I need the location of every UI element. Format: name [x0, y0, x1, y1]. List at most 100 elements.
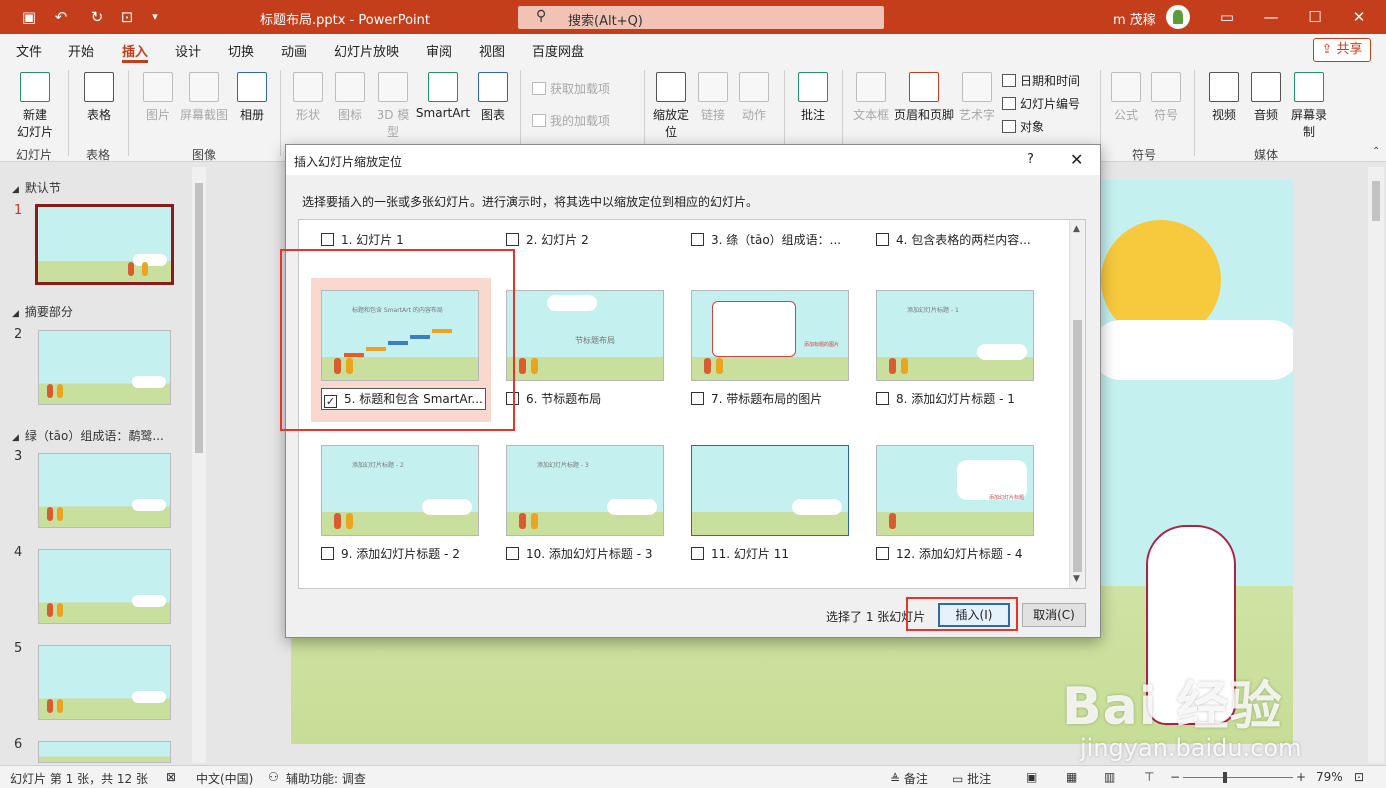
accessibility-status[interactable]: 辅助功能: 调查	[286, 770, 366, 787]
slide-option-label[interactable]: 3. 绦（tāo）组成语：...	[691, 231, 841, 248]
my-addins-button[interactable]: 我的加载项	[532, 112, 610, 129]
audio-button[interactable]: 音频	[1246, 72, 1286, 123]
checkbox[interactable]	[506, 233, 519, 246]
slide-thumbnail[interactable]: 添加幻灯片标题	[876, 445, 1034, 536]
header-footer-button[interactable]: 页眉和页脚	[893, 72, 955, 123]
share-button[interactable]: ⇪ 共享	[1313, 38, 1371, 62]
slide-thumbnail[interactable]	[35, 204, 174, 285]
checkbox[interactable]	[691, 547, 704, 560]
video-button[interactable]: 视频	[1204, 72, 1244, 123]
action-button[interactable]: 动作	[734, 72, 774, 123]
normal-view-icon[interactable]: ▣	[1026, 770, 1037, 784]
thumbnail-scrollbar[interactable]	[192, 167, 206, 763]
scroll-thumb[interactable]	[1073, 320, 1082, 572]
scroll-down-icon[interactable]: ▼	[1073, 574, 1080, 584]
3d-model-button[interactable]: 3D 模型	[372, 72, 414, 140]
tab-review[interactable]: 审阅	[426, 41, 452, 60]
slide-thumbnail[interactable]: 节标题布局	[506, 290, 664, 381]
get-addins-button[interactable]: 获取加载项	[532, 80, 610, 97]
slide-option-label[interactable]: 4. 包含表格的两栏内容...	[876, 231, 1031, 248]
tab-animations[interactable]: 动画	[281, 41, 307, 60]
slide-option-label[interactable]: 2. 幻灯片 2	[506, 231, 589, 248]
tab-home[interactable]: 开始	[68, 41, 94, 60]
table-button[interactable]: 表格	[78, 72, 120, 123]
zoom-slider[interactable]	[1183, 772, 1293, 783]
date-time-button[interactable]: 日期和时间	[1002, 72, 1080, 89]
slide-option-label[interactable]: 8. 添加幻灯片标题 - 1	[876, 390, 1015, 407]
checkbox[interactable]	[876, 392, 889, 405]
slide-thumbnail[interactable]: 添加幻灯片标题 - 2	[321, 445, 479, 536]
wordart-button[interactable]: 艺术字	[956, 72, 998, 123]
chart-button[interactable]: 图表	[474, 72, 512, 123]
equation-button[interactable]: 公式	[1108, 72, 1144, 123]
close-icon[interactable]: ✕	[1344, 5, 1374, 29]
slide-thumbnail[interactable]	[38, 549, 171, 624]
tab-view[interactable]: 视图	[479, 41, 505, 60]
slide-option-label[interactable]: 12. 添加幻灯片标题 - 4	[876, 545, 1023, 562]
tab-transitions[interactable]: 切换	[228, 41, 254, 60]
slide-option-label[interactable]: 11. 幻灯片 11	[691, 545, 789, 562]
icons-button[interactable]: 图标	[330, 72, 370, 123]
section-header[interactable]: ◢ 默认节	[12, 179, 61, 196]
slide-thumbnail[interactable]	[38, 330, 171, 405]
editor-scrollbar[interactable]	[1368, 167, 1384, 763]
slide-thumbnail[interactable]: 添加幻灯片标题 - 3	[506, 445, 664, 536]
checkbox[interactable]	[876, 547, 889, 560]
user-name[interactable]: m 茂稼	[1113, 9, 1156, 28]
slide-thumbnail[interactable]: 添加幻灯片标题 - 1	[876, 290, 1034, 381]
screen-record-button[interactable]: 屏幕录制	[1288, 72, 1330, 140]
slide-thumbnail[interactable]	[38, 741, 171, 763]
maximize-icon[interactable]: ☐	[1300, 5, 1330, 29]
tab-slideshow[interactable]: 幻灯片放映	[334, 41, 399, 60]
smartart-button[interactable]: SmartArt	[414, 72, 472, 120]
zoom-button[interactable]: 缩放定位	[650, 72, 692, 140]
checkbox[interactable]	[691, 233, 704, 246]
new-slide-button[interactable]: 新建 幻灯片	[8, 72, 62, 140]
redo-icon[interactable]: ↻	[86, 6, 108, 28]
slide-option-label[interactable]: 10. 添加幻灯片标题 - 3	[506, 545, 653, 562]
language-indicator[interactable]: 中文(中国)	[196, 770, 253, 787]
picture-button[interactable]: 图片	[138, 72, 178, 123]
scroll-thumb[interactable]	[1372, 181, 1380, 221]
slide-option-label[interactable]: 7. 带标题布局的图片	[691, 390, 822, 407]
ribbon-display-icon[interactable]: ▭	[1212, 5, 1242, 29]
album-button[interactable]: 相册	[232, 72, 272, 123]
symbol-button[interactable]: 符号	[1148, 72, 1184, 123]
textbox-button[interactable]: 文本框	[850, 72, 892, 123]
section-header[interactable]: ◢ 摘要部分	[12, 303, 73, 320]
shapes-button[interactable]: 形状	[288, 72, 328, 123]
slide-number-button[interactable]: 幻灯片编号	[1002, 95, 1080, 112]
screenshot-button[interactable]: 屏幕截图	[178, 72, 230, 123]
section-header[interactable]: ◢ 绿（tāo）组成语：鹬鹭...	[12, 427, 164, 444]
scroll-up-icon[interactable]: ▲	[1073, 224, 1080, 234]
checkbox[interactable]	[876, 233, 889, 246]
help-icon[interactable]: ?	[1027, 152, 1034, 167]
comment-button[interactable]: 批注	[792, 72, 834, 123]
slide-thumbnail[interactable]	[691, 445, 849, 536]
tab-file[interactable]: 文件	[16, 41, 42, 60]
slide-thumbnail[interactable]: 添加标题的图片	[691, 290, 849, 381]
notes-button[interactable]: ≜ 备注	[890, 770, 928, 787]
presenter-icon[interactable]: ⊡	[116, 6, 138, 28]
slide-option-label[interactable]: 9. 添加幻灯片标题 - 2	[321, 545, 460, 562]
comments-button[interactable]: ▭ 批注	[952, 770, 991, 787]
slide-thumbnail[interactable]	[38, 453, 171, 528]
checkbox[interactable]	[321, 547, 334, 560]
tab-baidu-netdisk[interactable]: 百度网盘	[532, 41, 584, 60]
scroll-thumb[interactable]	[195, 183, 203, 453]
tab-design[interactable]: 设计	[175, 41, 201, 60]
spellcheck-icon[interactable]: ⊠	[166, 770, 176, 784]
checkbox[interactable]	[506, 547, 519, 560]
checkbox[interactable]	[691, 392, 704, 405]
tab-insert[interactable]: 插入	[122, 41, 148, 60]
undo-icon[interactable]: ↶	[50, 6, 72, 28]
avatar[interactable]	[1166, 5, 1190, 29]
checkbox[interactable]	[321, 233, 334, 246]
close-icon[interactable]: ✕	[1070, 150, 1083, 169]
save-icon[interactable]: ▣	[18, 6, 40, 28]
cancel-button[interactable]: 取消(C)	[1022, 603, 1086, 627]
minimize-icon[interactable]: —	[1256, 5, 1286, 29]
slide-thumbnail[interactable]	[38, 645, 171, 720]
object-button[interactable]: 对象	[1002, 118, 1044, 135]
slide-option-label[interactable]: 6. 节标题布局	[506, 390, 601, 407]
